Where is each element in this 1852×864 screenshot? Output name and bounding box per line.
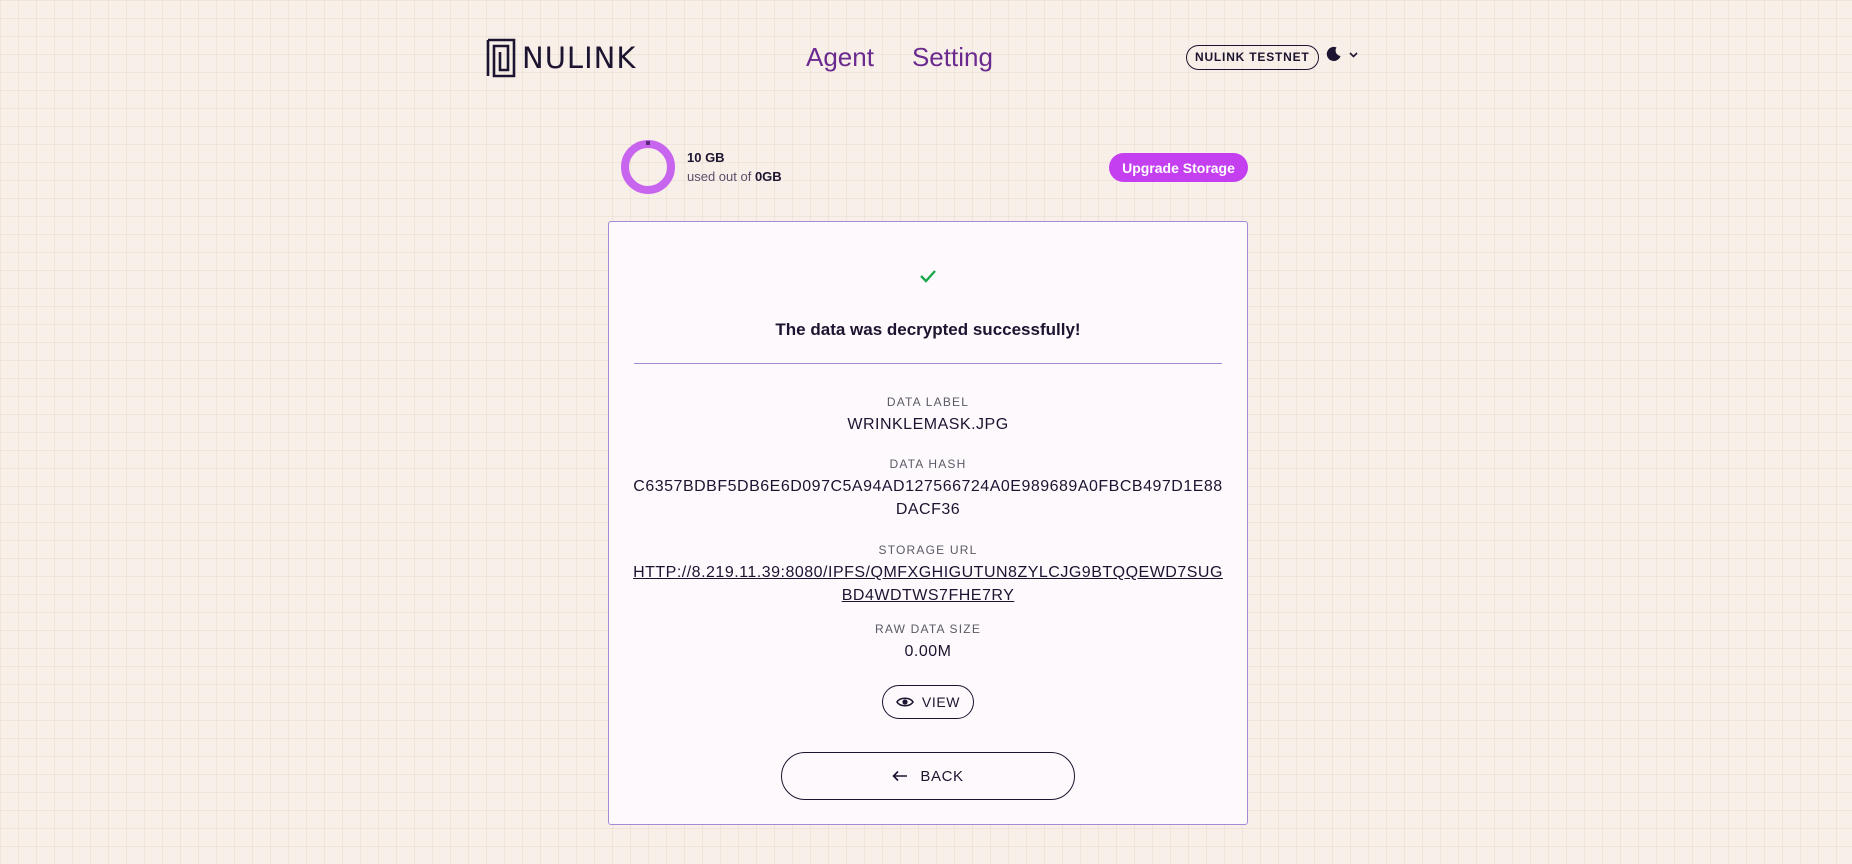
nav-agent[interactable]: Agent [806, 42, 874, 73]
logo[interactable]: NULINK [486, 38, 636, 78]
back-label: BACK [920, 767, 964, 785]
storage-url-field: STORAGE URL HTTP://8.219.11.39:8080/IPFS… [629, 543, 1227, 607]
storage-summary: 10 GB used out of 0GB [619, 138, 782, 196]
divider [634, 363, 1222, 364]
view-button[interactable]: VIEW [882, 685, 974, 719]
raw-data-size-value: 0.00M [904, 643, 952, 660]
check-icon [920, 270, 936, 283]
data-hash-value: C6357BDBF5DB6E6D097C5A94AD127566724A0E98… [633, 478, 1223, 518]
data-label-value: WRINKLEMASK.JPG [847, 416, 1009, 433]
theme-toggle[interactable] [1326, 46, 1359, 62]
field-label: DATA LABEL [886, 395, 970, 409]
storage-used-value: 10 GB [687, 150, 725, 165]
nav-setting[interactable]: Setting [912, 42, 993, 73]
storage-total-value: 0GB [754, 169, 782, 184]
chevron-down-icon [1349, 51, 1358, 58]
nulink-logo-icon [486, 38, 516, 78]
arrow-left-icon [892, 770, 908, 782]
success-message: The data was decrypted successfully! [775, 320, 1081, 339]
logo-text: NULINK [522, 41, 637, 75]
storage-url-link[interactable]: HTTP://8.219.11.39:8080/IPFS/QMFXGHIGUTU… [629, 561, 1227, 607]
raw-data-size-field: RAW DATA SIZE 0.00M [629, 622, 1227, 663]
main-nav: Agent Setting [806, 42, 993, 73]
data-label-field: DATA LABEL WRINKLEMASK.JPG [629, 395, 1227, 436]
moon-icon [1326, 46, 1341, 61]
eye-icon [895, 697, 914, 707]
network-badge[interactable]: NULINK TESTNET [1186, 45, 1319, 70]
back-button[interactable]: BACK [781, 752, 1075, 800]
decrypt-result-card: The data was decrypted successfully! DAT… [608, 221, 1248, 825]
field-label: RAW DATA SIZE [874, 622, 982, 636]
field-label: DATA HASH [889, 457, 967, 471]
storage-usage-donut [621, 140, 675, 194]
field-label: STORAGE URL [878, 543, 978, 557]
data-hash-field: DATA HASH C6357BDBF5DB6E6D097C5A94AD1275… [629, 457, 1227, 521]
storage-total-text: used out of 0GB [687, 169, 782, 184]
upgrade-storage-button[interactable]: Upgrade Storage [1109, 153, 1248, 182]
header: NULINK Agent Setting NULINK TESTNET [0, 0, 1852, 112]
view-label: VIEW [921, 694, 961, 710]
